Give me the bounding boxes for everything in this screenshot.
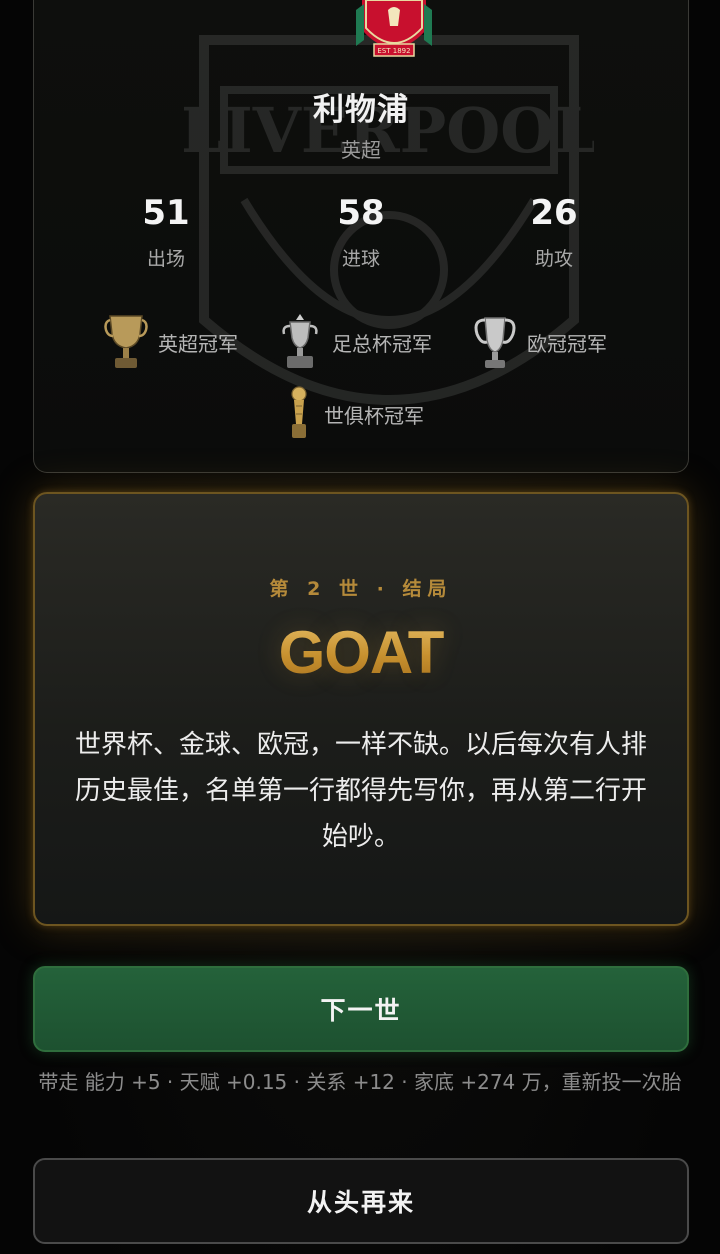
ending-kicker: 第 2 世 · 结局 bbox=[269, 578, 453, 600]
next-life-button[interactable]: 下一世 bbox=[33, 966, 689, 1052]
carry-over-note: 带走 能力 +5 · 天赋 +0.15 · 关系 +12 · 家底 +274 万… bbox=[38, 1070, 682, 1094]
stat-label: 助攻 bbox=[534, 248, 573, 270]
svg-text:EST 1892: EST 1892 bbox=[377, 47, 410, 55]
champions-league-trophy-icon bbox=[474, 317, 516, 368]
club-world-cup-trophy-icon bbox=[291, 386, 307, 438]
stat-assists: 26 助攻 bbox=[484, 192, 624, 271]
page: LIVERPOOL EST 1892 利物浦 英超 51 出场 58 进球 26… bbox=[0, 0, 720, 1254]
restart-button[interactable]: 从头再来 bbox=[33, 1158, 689, 1244]
stat-label: 出场 bbox=[146, 248, 185, 270]
stat-value: 51 bbox=[142, 193, 190, 233]
trophy-label: 英超冠军 bbox=[158, 331, 238, 356]
fa-cup-trophy-icon bbox=[282, 314, 318, 368]
premier-league-trophy-icon bbox=[104, 315, 148, 368]
trophy-champions-league: 欧冠冠军 bbox=[473, 312, 607, 372]
stat-value: 58 bbox=[337, 193, 385, 233]
ending-title: GOAT bbox=[35, 618, 687, 687]
stat-value: 26 bbox=[530, 193, 578, 233]
trophy-label: 世俱杯冠军 bbox=[324, 403, 424, 428]
club-name: 利物浦 bbox=[313, 92, 409, 128]
ending-description: 世界杯、金球、欧冠，一样不缺。以后每次有人排历史最佳，名单第一行都得先写你，再从… bbox=[75, 730, 648, 852]
trophy-premier-league: 英超冠军 bbox=[104, 312, 238, 372]
stat-appearances: 51 出场 bbox=[96, 192, 236, 271]
trophy-fa-cup: 足总杯冠军 bbox=[278, 312, 432, 372]
stat-goals: 58 进球 bbox=[291, 192, 431, 271]
club-card: LIVERPOOL EST 1892 利物浦 英超 51 出场 58 进球 26… bbox=[33, 0, 689, 473]
stat-label: 进球 bbox=[341, 248, 380, 270]
trophy-label: 足总杯冠军 bbox=[332, 331, 432, 356]
trophy-club-world-cup: 世俱杯冠军 bbox=[284, 384, 424, 444]
ending-card: 第 2 世 · 结局 GOAT 世界杯、金球、欧冠，一样不缺。以后每次有人排历史… bbox=[33, 492, 689, 926]
club-league: 英超 bbox=[341, 138, 381, 162]
liverpool-crest-icon: EST 1892 bbox=[356, 0, 432, 57]
trophy-label: 欧冠冠军 bbox=[527, 331, 607, 356]
